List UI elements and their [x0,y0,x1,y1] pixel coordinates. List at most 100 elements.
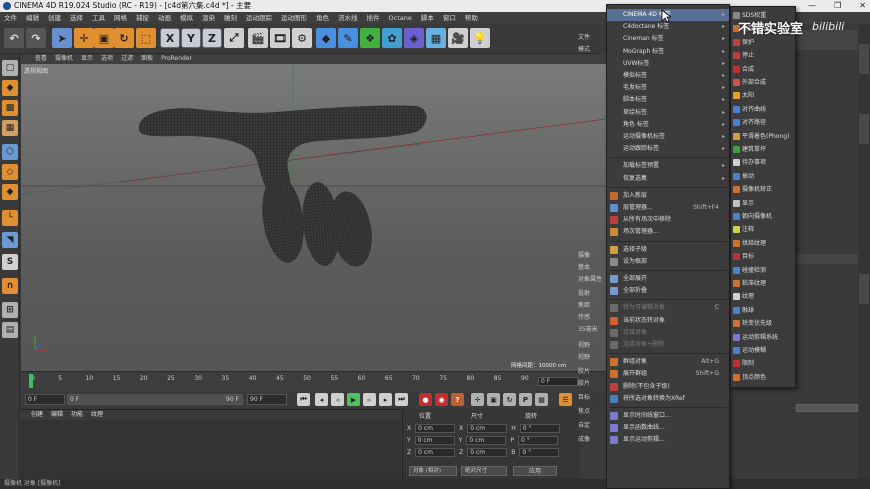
context-menu-item[interactable]: 全部折叠 [607,285,729,297]
close-button[interactable]: ✕ [859,0,866,12]
grid-icon[interactable]: ▤ [2,322,18,338]
context-menu-item[interactable]: 全部展开 [607,273,729,285]
coordinate-system-icon[interactable]: ⤢ [224,28,244,48]
menu-item[interactable]: 帮助 [465,12,478,24]
menu-item[interactable]: 角色 [316,12,329,24]
keyframe-selection-icon[interactable]: ? [451,393,464,406]
position-field[interactable]: 0 cm [415,424,456,433]
y-axis-button[interactable]: Y [181,28,201,48]
minimize-button[interactable]: — [808,0,816,12]
context-menu-item[interactable]: 恢复选集 ▸ [607,173,729,185]
submenu-item[interactable]: 摄像机矫正 [731,183,795,196]
record-icon[interactable]: ● [419,393,432,406]
points-mode-icon[interactable]: ⬡ [2,144,18,160]
context-menu-item[interactable]: Cineman 标签 ▸ [607,33,729,45]
context-menu-item[interactable]: 群组对象 Alt+G [607,356,729,368]
context-menu-item[interactable]: 将所选对象转换为XRef [607,393,729,405]
menu-item[interactable]: 雕刻 [224,12,237,24]
viewport-menu-item[interactable]: ProRender [161,54,192,64]
menu-item[interactable]: 运动跟踪 [246,12,272,24]
menu-item[interactable]: 流水线 [338,12,358,24]
position-field[interactable]: 0 cm [415,448,456,457]
context-menu-item[interactable]: 连接对象 [607,327,729,339]
viewport-menu-item[interactable]: 查看 [35,54,47,64]
param-key-icon[interactable]: P [519,393,532,406]
menu-item[interactable]: 插件 [367,12,380,24]
scale-key-icon[interactable]: ▣ [487,393,500,406]
viewport-menu-item[interactable]: 摄像机 [55,54,73,64]
submenu-item[interactable]: 运动剪辑系统 [731,331,795,344]
start-frame-field[interactable]: 0 F [25,394,65,405]
submenu-item[interactable]: 保护 [731,36,795,49]
current-frame-field[interactable]: 0 F [538,377,578,386]
snap-icon[interactable]: S [2,254,18,270]
viewport-menu-item[interactable]: 选项 [101,54,113,64]
undo-icon[interactable]: ↶ [4,28,24,48]
submenu-item[interactable]: 运动模糊 [731,344,795,357]
magnet-icon[interactable]: ∩ [2,278,18,294]
pla-key-icon[interactable]: ▦ [535,393,548,406]
menu-item[interactable]: 创建 [48,12,61,24]
context-menu-item[interactable]: 运动跟踪标签 ▸ [607,143,729,155]
deformer-icon[interactable]: ◈ [404,28,424,48]
context-menu-item[interactable]: 连接对象+删除 [607,339,729,351]
context-menu-item[interactable]: 显示函数曲线... [607,422,729,434]
submenu-item[interactable]: 外部合成 [731,76,795,89]
material-tab[interactable]: 纹理 [91,412,103,418]
workplane-icon[interactable]: ▦ [2,120,18,136]
context-menu-item[interactable]: 加载标签预置 ▸ [607,160,729,172]
rotation-field[interactable]: 0 ° [519,424,560,433]
autokey-icon[interactable]: ◉ [435,393,448,406]
context-menu-item[interactable]: 层管理器... Shift+F4 [607,202,729,214]
context-menu-item[interactable]: 从所有场次中移除 [607,214,729,226]
previous-key-icon[interactable]: ◂ [315,393,328,406]
render-picture-viewer-icon[interactable]: 🎞 [270,28,290,48]
submenu-item[interactable]: 粘滞纹理 [731,277,795,290]
menu-item[interactable]: 渲染 [202,12,215,24]
pen-icon[interactable]: ✎ [338,28,358,48]
timeline-ruler[interactable]: 0 F 051015202530354045505560657075808590 [21,371,606,391]
cube-icon[interactable]: ◆ [316,28,336,48]
menu-item[interactable]: 模拟 [180,12,193,24]
material-tab[interactable]: 编辑 [51,412,63,418]
menu-item[interactable]: 文件 [4,12,17,24]
apply-button[interactable]: 应用 [513,466,557,476]
coordinate-mode-dropdown[interactable]: 对象 (相对) [409,466,457,476]
material-tab[interactable]: 功能 [71,412,83,418]
go-to-start-icon[interactable]: ⏮ [297,393,310,406]
material-tab[interactable]: 创建 [31,412,43,418]
context-menu-item[interactable]: 角色 标签 ▸ [607,119,729,131]
menu-item[interactable]: 网格 [114,12,127,24]
next-key-icon[interactable]: ▸ [379,393,392,406]
end-frame-field[interactable]: 90 F [247,394,287,405]
objects-tab-icon[interactable] [859,44,869,74]
context-menu-item[interactable]: 模拟标签 ▸ [607,70,729,82]
content-browser-tab-icon[interactable] [859,114,869,144]
submenu-item[interactable]: 目标 [731,250,795,263]
context-menu-item[interactable]: 显示运动剪辑... [607,434,729,446]
texture-mode-icon[interactable]: ▩ [2,100,18,116]
context-menu-item[interactable]: 选择子级 [607,244,729,256]
edges-mode-icon[interactable]: ◇ [2,164,18,180]
polygons-mode-icon[interactable]: ◆ [2,184,18,200]
redo-icon[interactable]: ↷ [26,28,46,48]
menu-item[interactable]: 脚本 [421,12,434,24]
submenu-item[interactable]: 碰撞检测 [731,264,795,277]
submenu-item[interactable]: 待办事项 [731,156,795,169]
submenu-item[interactable]: 对齐曲线 [731,103,795,116]
x-axis-button[interactable]: X [160,28,180,48]
submenu-item[interactable]: 显示 [731,197,795,210]
recent-tool-icon[interactable]: ⬚ [136,28,156,48]
submenu-item[interactable]: 振动 [731,170,795,183]
size-field[interactable]: 0 cm [467,448,508,457]
viewport-menu-item[interactable]: 显示 [81,54,93,64]
frame-range-slider[interactable]: 0 F 90 F [67,394,243,405]
metaball-object[interactable] [138,105,427,269]
render-settings-icon[interactable]: ⚙ [292,28,312,48]
play-icon[interactable]: ▶ [347,393,360,406]
menu-item[interactable]: 动画 [158,12,171,24]
playhead[interactable] [29,374,33,388]
submenu-item[interactable]: 矫变优先级 [731,317,795,330]
move-icon[interactable]: ✛ [74,28,94,48]
context-menu-item[interactable]: 草绘标签 ▸ [607,107,729,119]
